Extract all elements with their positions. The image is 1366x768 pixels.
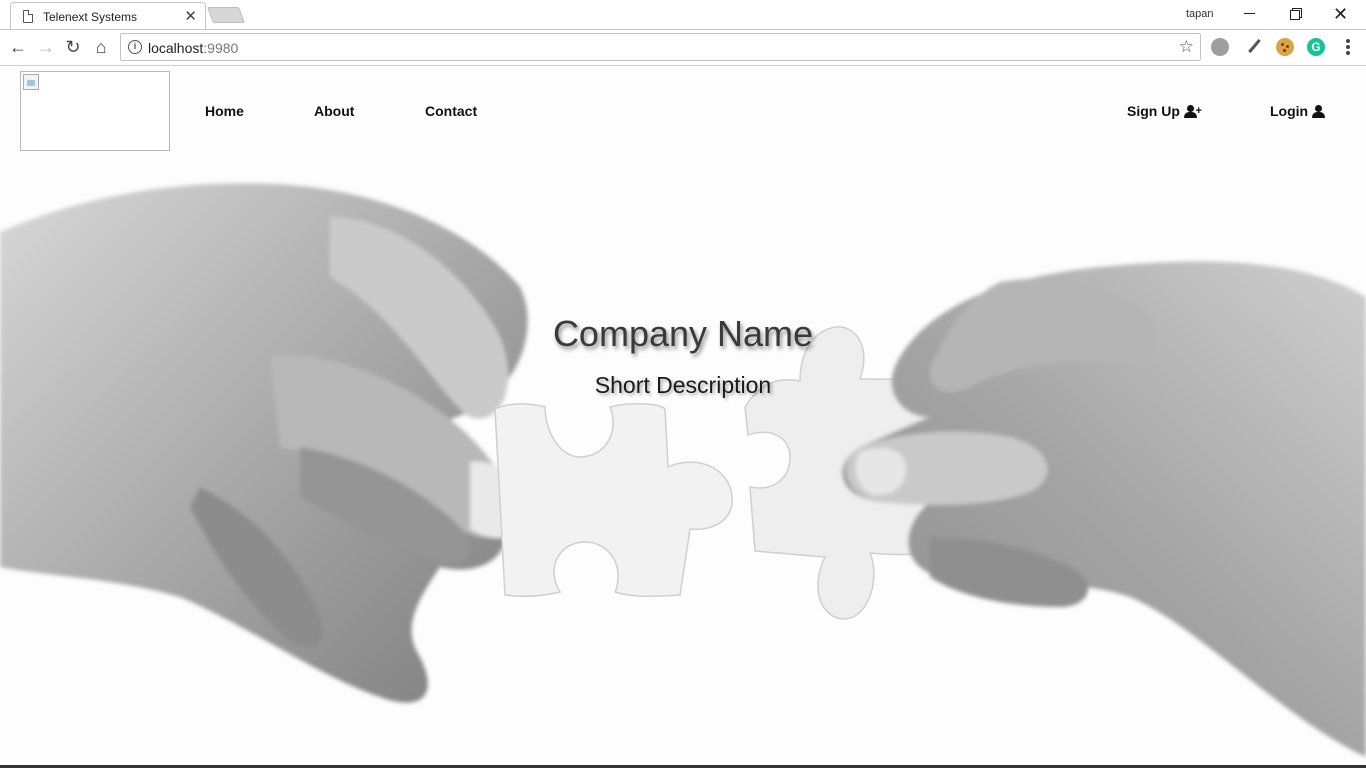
nav-contact-link[interactable]: Contact bbox=[425, 103, 477, 119]
info-icon[interactable]: i bbox=[128, 40, 142, 54]
browser-titlebar: Telenext Systems ✕ tapan ✕ bbox=[0, 0, 1366, 30]
nav-about-link[interactable]: About bbox=[314, 103, 354, 119]
address-bar[interactable]: i localhost:9980 ☆ bbox=[120, 33, 1201, 61]
user-icon bbox=[1312, 105, 1326, 118]
reload-icon[interactable]: ↻ bbox=[62, 36, 84, 58]
minimize-icon[interactable] bbox=[1244, 13, 1255, 14]
logo-image[interactable] bbox=[20, 71, 170, 151]
extension-icon[interactable] bbox=[1211, 38, 1229, 56]
login-label: Login bbox=[1270, 103, 1309, 119]
grammarly-extension-icon[interactable]: G bbox=[1307, 38, 1325, 56]
tab-title: Telenext Systems bbox=[43, 10, 138, 24]
page-icon bbox=[23, 10, 33, 23]
puzzle-piece-left bbox=[494, 403, 733, 597]
browser-toolbar: ← → ↻ ⌂ i localhost:9980 ☆ G bbox=[0, 30, 1366, 66]
nav-signup-link[interactable]: Sign Up + bbox=[1127, 103, 1202, 119]
forward-arrow-icon[interactable]: → bbox=[35, 36, 57, 58]
eyedropper-extension-icon[interactable] bbox=[1245, 38, 1263, 56]
cookie-extension-icon[interactable] bbox=[1276, 38, 1294, 56]
back-arrow-icon[interactable]: ← bbox=[7, 36, 29, 58]
hero-background-image bbox=[0, 183, 1366, 757]
nav-home-link[interactable]: Home bbox=[205, 103, 244, 119]
new-tab-button[interactable] bbox=[207, 7, 245, 23]
hero-subtitle: Short Description bbox=[594, 372, 772, 398]
url-text[interactable]: localhost:9980 bbox=[148, 40, 238, 56]
profile-name[interactable]: tapan bbox=[1186, 8, 1214, 20]
broken-image-icon bbox=[23, 74, 39, 90]
user-plus-icon: + bbox=[1183, 105, 1202, 118]
tab-close-icon[interactable]: ✕ bbox=[184, 7, 197, 25]
left-hand bbox=[0, 183, 528, 703]
window-close-icon[interactable]: ✕ bbox=[1333, 4, 1348, 25]
nav-login-link[interactable]: Login bbox=[1270, 103, 1326, 119]
home-icon[interactable]: ⌂ bbox=[90, 36, 112, 58]
web-page: Home About Contact Sign Up + Login Compan… bbox=[0, 67, 1366, 768]
signup-label: Sign Up bbox=[1127, 103, 1180, 119]
menu-dots-icon[interactable] bbox=[1346, 39, 1350, 43]
restore-icon[interactable] bbox=[1290, 8, 1302, 20]
browser-tab[interactable]: Telenext Systems ✕ bbox=[10, 2, 206, 30]
bookmark-star-icon[interactable]: ☆ bbox=[1179, 37, 1194, 57]
hero-title: Company Name bbox=[552, 313, 814, 354]
